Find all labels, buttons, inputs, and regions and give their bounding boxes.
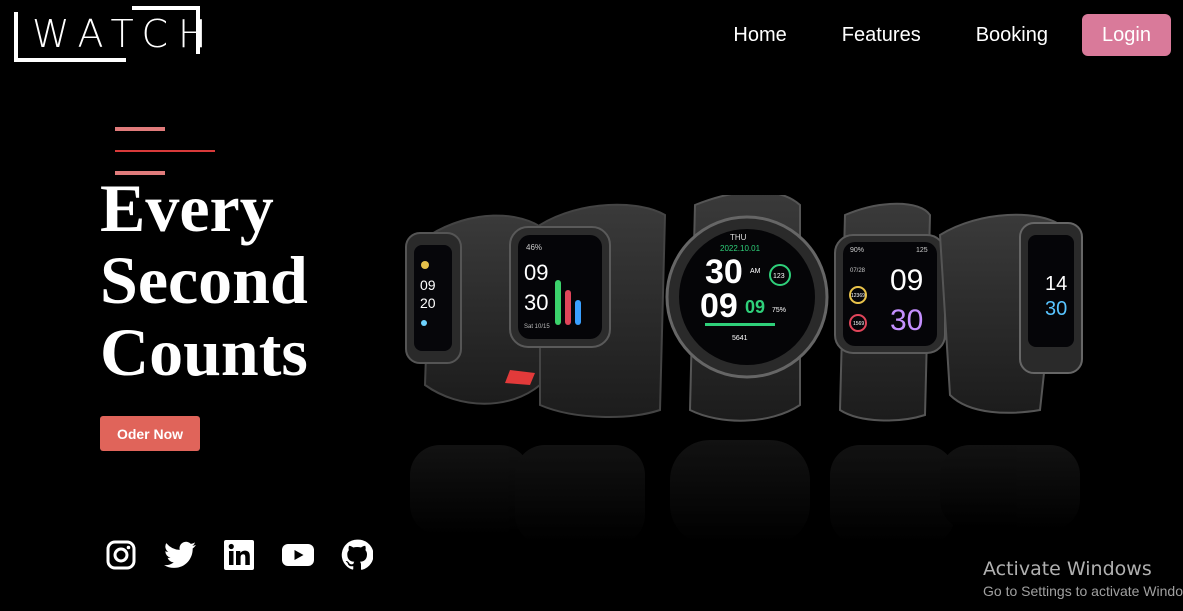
svg-text:90%: 90% <box>850 247 864 254</box>
svg-text:125: 125 <box>916 247 928 254</box>
svg-text:30: 30 <box>890 304 923 337</box>
svg-text:2022.10.01: 2022.10.01 <box>720 244 761 253</box>
hero-title: Every Second Counts <box>100 172 308 388</box>
activation-subtitle: Go to Settings to activate Windows. <box>983 583 1183 599</box>
main-nav: Home Features Booking Login <box>733 14 1171 56</box>
logo-frame-bottom <box>14 58 126 62</box>
logo-text: WATCH <box>32 12 217 56</box>
linkedin-icon[interactable] <box>222 538 256 572</box>
instagram-icon[interactable] <box>104 538 138 572</box>
nav-booking-link[interactable]: Booking <box>976 24 1048 47</box>
svg-text:07/28: 07/28 <box>850 268 866 274</box>
decorative-line-middle <box>115 150 215 152</box>
social-links <box>104 538 399 572</box>
order-now-button[interactable]: Oder Now <box>100 416 200 451</box>
svg-text:09: 09 <box>890 264 923 297</box>
windows-activation-watermark: Activate Windows Go to Settings to activ… <box>983 558 1183 599</box>
hero-title-line-2: Second <box>100 242 308 318</box>
svg-text:14: 14 <box>1045 273 1067 295</box>
svg-text:20: 20 <box>420 295 436 311</box>
svg-text:09: 09 <box>420 277 436 293</box>
svg-text:Sat 10/15: Sat 10/15 <box>524 324 550 330</box>
fitness-band-right: 14 30 <box>938 213 1083 414</box>
svg-text:123: 123 <box>773 273 785 280</box>
svg-text:09: 09 <box>745 297 765 317</box>
svg-text:09: 09 <box>524 260 548 285</box>
svg-text:46%: 46% <box>526 243 542 252</box>
hero-title-line-3: Counts <box>100 314 308 390</box>
svg-text:1569: 1569 <box>853 321 864 327</box>
nav-features-link[interactable]: Features <box>842 24 921 47</box>
logo-frame-top <box>132 6 200 10</box>
activation-title: Activate Windows <box>983 558 1152 580</box>
decorative-line-top <box>115 127 165 131</box>
svg-text:THU: THU <box>730 233 747 242</box>
logo-frame-left <box>14 12 18 62</box>
svg-text:5641: 5641 <box>732 335 748 342</box>
twitter-icon[interactable] <box>163 538 197 572</box>
github-icon[interactable] <box>340 538 374 572</box>
svg-text:12369: 12369 <box>851 293 865 299</box>
svg-text:30: 30 <box>705 253 743 291</box>
logo[interactable]: WATCH <box>12 6 207 64</box>
svg-text:30: 30 <box>1045 298 1067 320</box>
hero-title-line-1: Every <box>100 170 274 246</box>
square-watch-2: 90% 125 07/28 09 30 12369 1569 <box>834 202 946 422</box>
login-button[interactable]: Login <box>1082 14 1171 56</box>
svg-text:75%: 75% <box>772 307 786 314</box>
svg-text:09: 09 <box>700 287 738 325</box>
svg-text:30: 30 <box>524 290 548 315</box>
youtube-icon[interactable] <box>281 538 315 572</box>
round-watch: THU 2022.10.01 30 AM 09 09 123 75% 5641 <box>665 195 829 422</box>
watches-hero-image: 09 20 46% 09 30 Sat 10/15 THU 2022.10.01… <box>405 195 1083 545</box>
nav-home-link[interactable]: Home <box>733 24 786 47</box>
svg-text:AM: AM <box>750 268 761 275</box>
watch-reflection <box>410 440 1080 545</box>
